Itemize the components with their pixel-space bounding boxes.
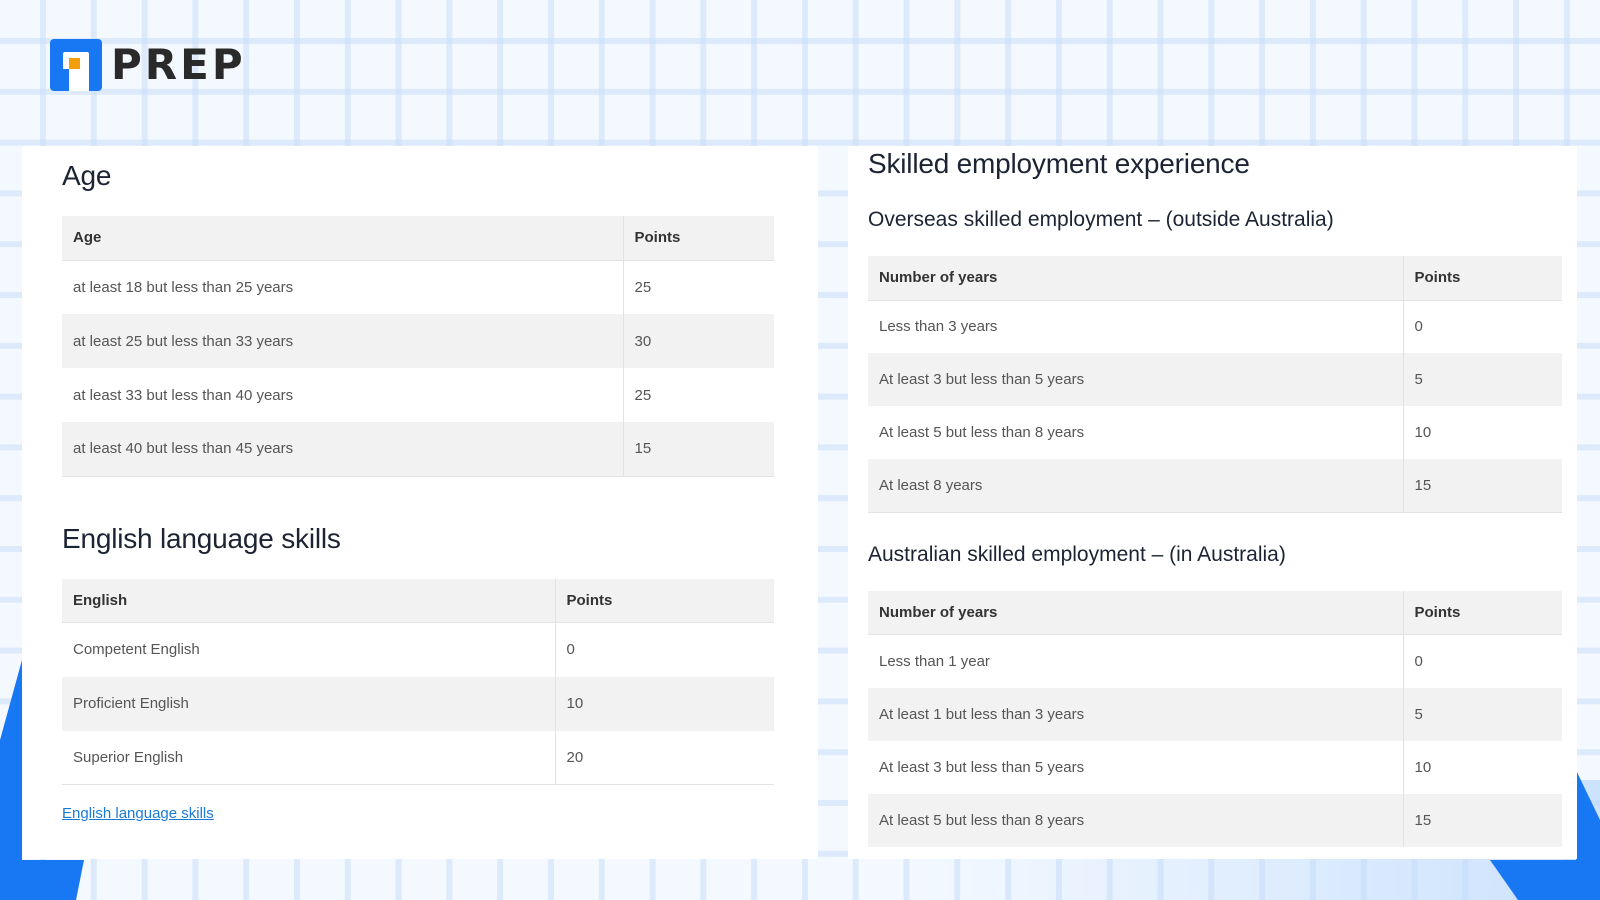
table-cell: 10 [1414,424,1432,441]
employment-heading: Skilled employment experience [868,148,1250,179]
table-cell: 15 [623,422,774,477]
table-cell: at least 25 but less than 33 years [62,314,624,368]
table-row: Competent English 0 [62,622,774,677]
table-cell: at least 18 but less than 25 years [62,260,624,314]
prep-logo-icon [50,39,102,91]
table-row: at least 25 but less than 33 years 30 [62,314,774,368]
table-row: Proficient English 10 [62,676,774,731]
table-row: At least 5 but less than 8 years 10 [868,406,1562,459]
english-heading: English language skills [62,522,341,554]
right-panel: Skilled employment experience Overseas s… [848,146,1577,859]
english-skills-link[interactable]: English language skills [62,805,214,822]
table-header: Number of years [868,590,1404,635]
overseas-heading: Overseas skilled employment – (outside A… [868,208,1334,231]
table-cell: Competent English [62,622,556,677]
table-cell: Less than 1 year [868,634,1404,688]
table-row: At least 8 years 15 [868,459,1562,513]
table-row: At least 1 but less than 3 years 5 [868,687,1562,741]
table-row: at least 33 but less than 40 years 25 [62,368,774,422]
table-row: At least 3 but less than 5 years 10 [868,740,1562,794]
table-cell: 15 [1403,459,1562,513]
table-cell: 5 [1403,687,1562,741]
table-cell: At least 5 but less than 8 years [868,793,1404,847]
table-cell: 20 [555,730,774,785]
table-row: at least 18 but less than 25 years 25 [62,260,774,314]
table-cell: 30 [623,314,774,368]
table-cell: 0 [1414,652,1423,670]
table-cell: 0 [566,641,575,659]
english-table: English Points Competent English 0 Profi… [62,578,774,785]
table-row: At least 3 but less than 5 years 5 [868,353,1562,406]
table-cell: Less than 3 years [868,300,1404,353]
table-cell: At least 3 but less than 5 years [868,353,1404,406]
brand-name: PREP [111,40,246,89]
age-heading: Age [62,160,112,191]
table-cell: At least 5 but less than 8 years [868,406,1404,459]
table-row: Less than 3 years 0 [868,300,1562,353]
table-cell: 25 [634,278,652,296]
table-header: Age [62,216,624,261]
table-cell: At least 3 but less than 5 years [868,740,1404,794]
table-cell: 5 [1403,353,1562,406]
table-header: Points [1403,590,1562,635]
table-cell: 15 [1403,793,1562,847]
australian-table: Number of years Points Less than 1 year … [868,590,1562,847]
table-cell: 0 [1414,318,1423,336]
table-row: at least 40 but less than 45 years 15 [62,422,774,477]
table-header: English [62,578,556,623]
prep-logo: PREP [50,39,246,91]
table-cell: at least 33 but less than 40 years [62,368,624,422]
overseas-table: Number of years Points Less than 3 years… [868,256,1562,513]
table-cell: 25 [634,386,652,404]
table-cell: 10 [555,676,774,731]
table-cell: at least 40 but less than 45 years [62,422,624,477]
table-header: Number of years [868,256,1404,301]
table-cell: 10 [1414,758,1432,776]
age-table: Age Points at least 18 but less than 25 … [62,216,774,477]
table-header: Points [623,216,774,261]
table-cell: At least 8 years [868,459,1404,513]
table-row: Less than 1 year 0 [868,634,1562,688]
table-row: Superior English 20 [62,730,774,785]
left-panel: Age Age Points at least 18 but less than… [22,146,818,859]
table-cell: Superior English [62,730,556,785]
table-cell: At least 1 but less than 3 years [868,687,1404,741]
table-cell: Proficient English [62,676,556,731]
table-header: Points [1403,256,1562,301]
australian-heading: Australian skilled employment – (in Aust… [868,542,1286,566]
table-row: At least 5 but less than 8 years 15 [868,793,1562,847]
table-header: Points [555,578,774,623]
